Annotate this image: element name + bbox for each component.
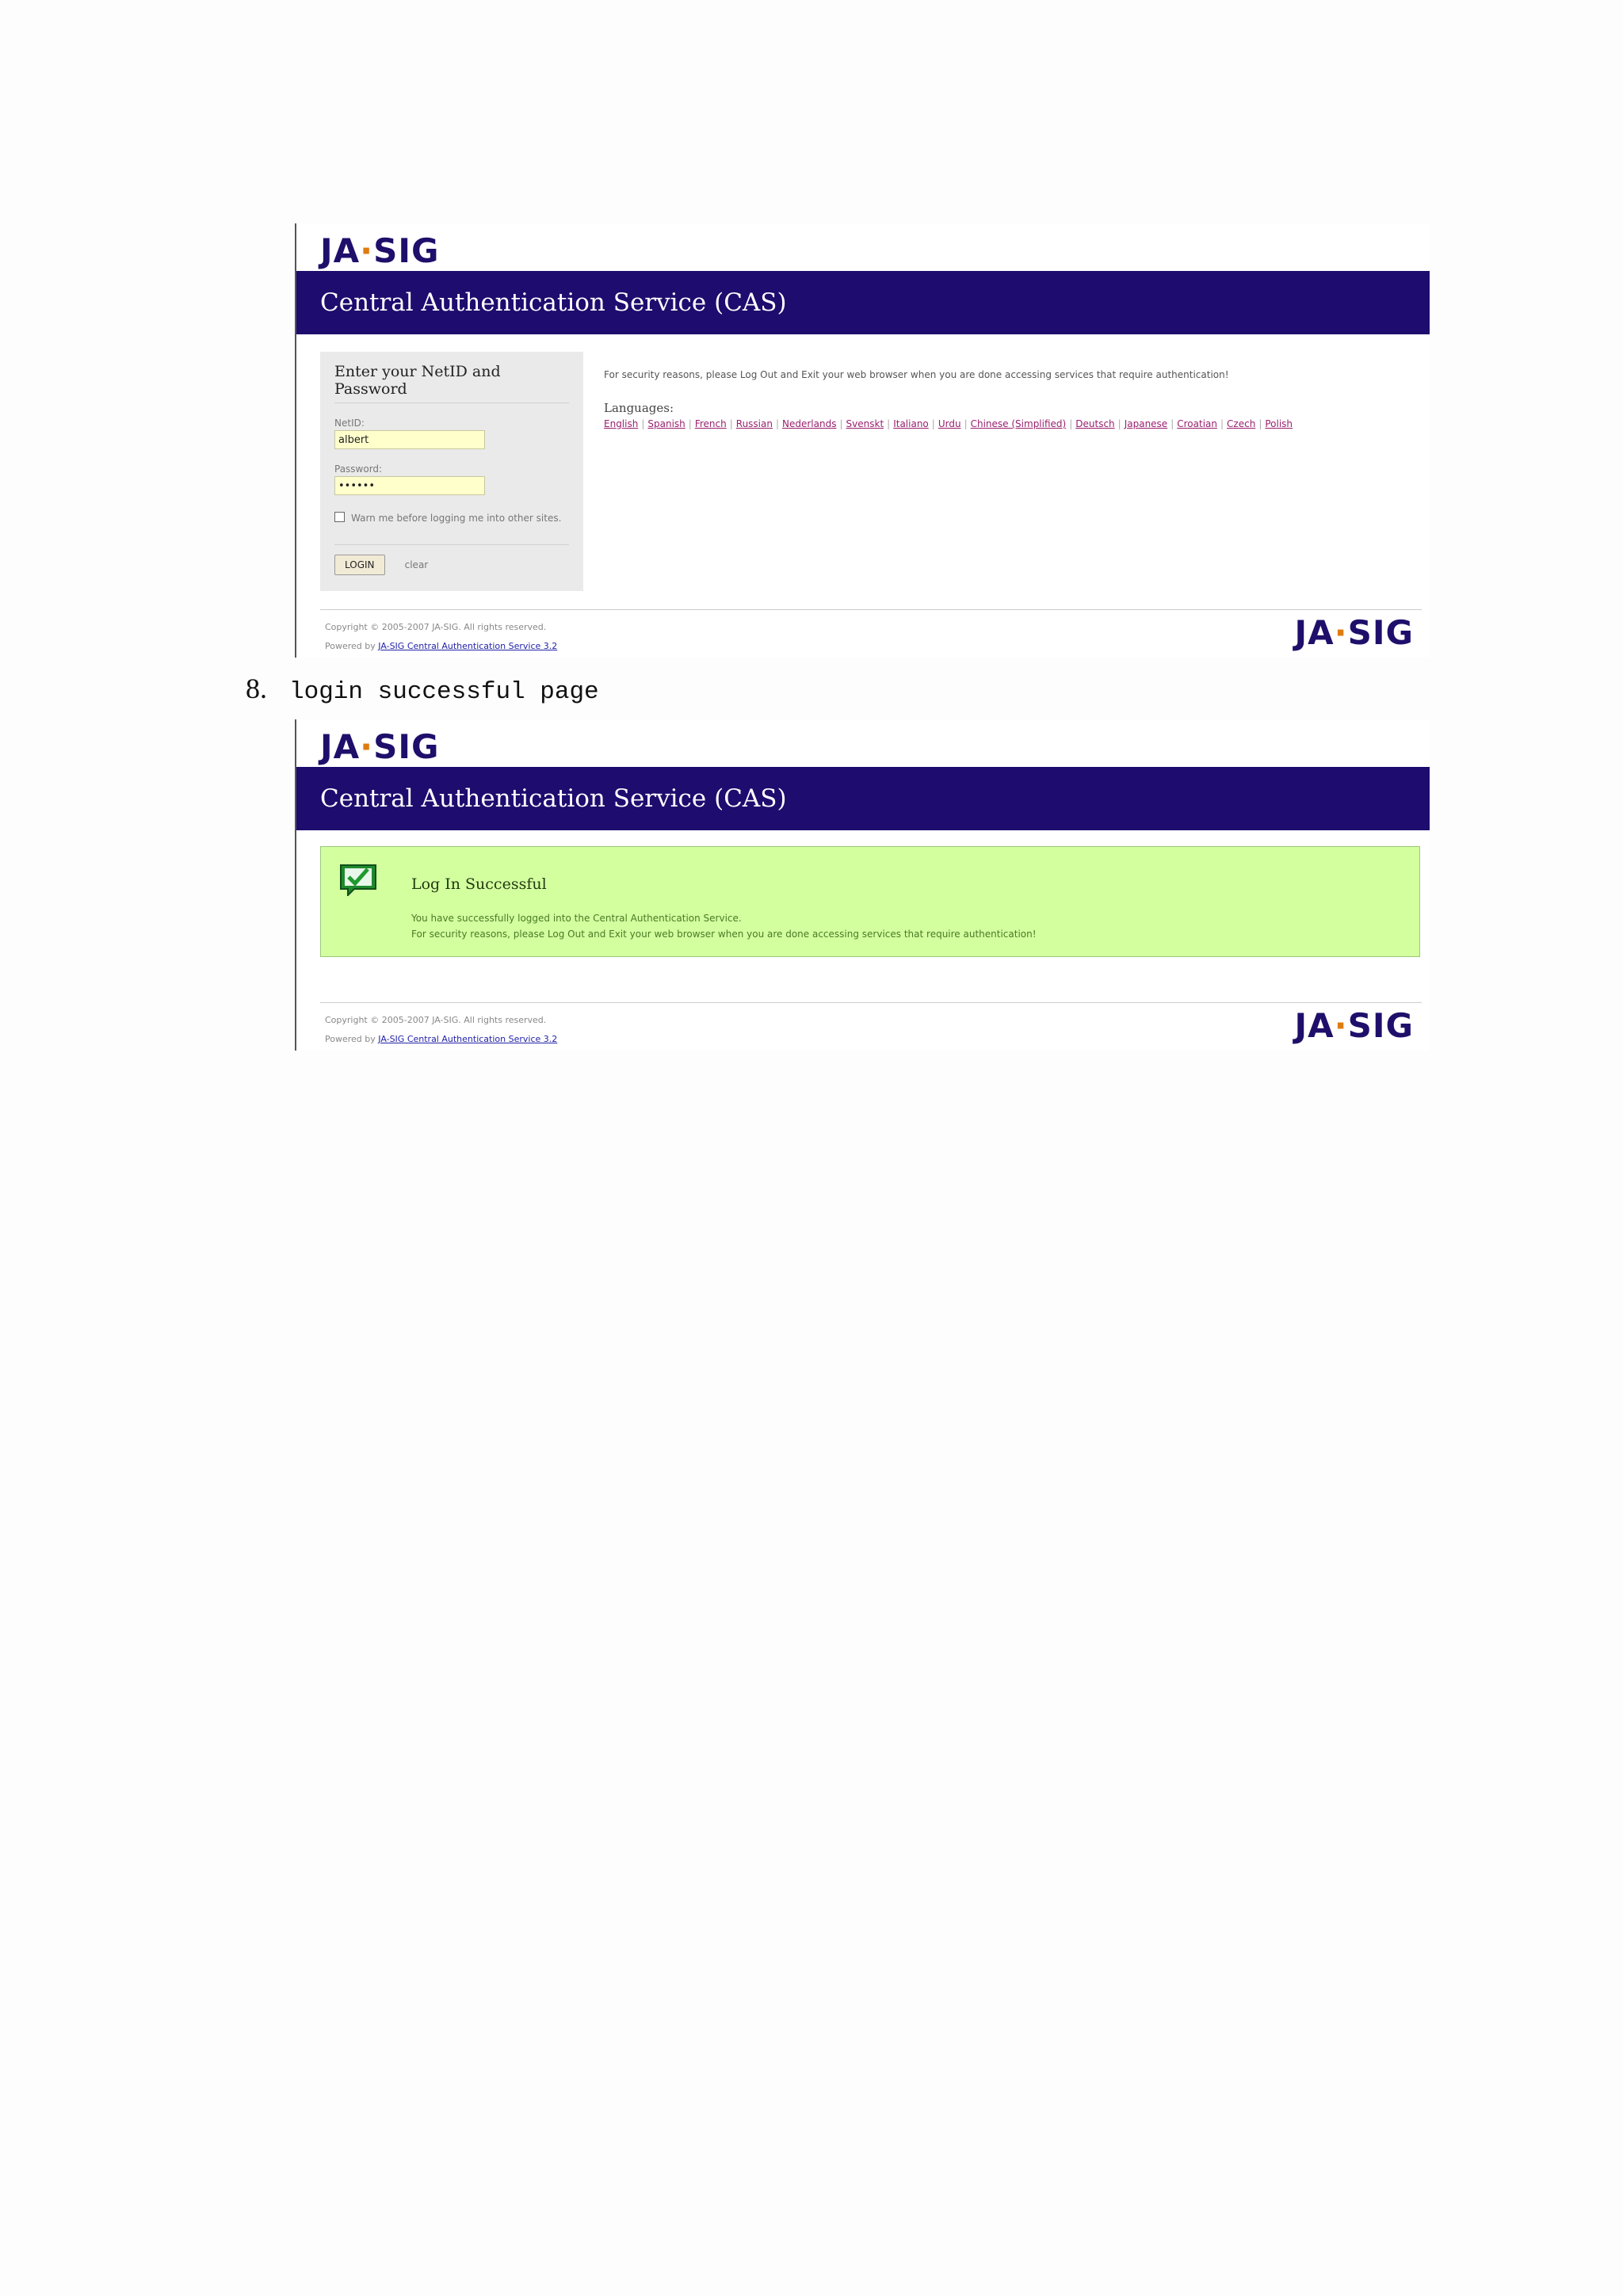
step-number: 8. bbox=[246, 673, 267, 704]
language-link[interactable]: Croatian bbox=[1177, 418, 1217, 429]
language-link[interactable]: Deutsch bbox=[1075, 418, 1114, 429]
language-link[interactable]: Chinese (Simplified) bbox=[971, 418, 1067, 429]
success-message-box: Log In Successful You have successfully … bbox=[320, 846, 1420, 957]
footer: Copyright © 2005-2007 JA-SIG. All rights… bbox=[320, 1002, 1422, 1051]
language-separator: | bbox=[964, 418, 968, 429]
language-separator: | bbox=[1069, 418, 1073, 429]
page-banner: Central Authentication Service (CAS) bbox=[296, 767, 1430, 830]
password-input[interactable]: •••••• bbox=[334, 476, 485, 495]
password-label: Password: bbox=[334, 463, 383, 475]
powered-by-line: Powered by JA-SIG Central Authentication… bbox=[325, 1030, 557, 1049]
powered-by-line: Powered by JA-SIG Central Authentication… bbox=[325, 637, 557, 656]
success-text: You have successfully logged into the Ce… bbox=[411, 910, 1037, 942]
step-text: login successful page bbox=[289, 678, 599, 706]
language-separator: | bbox=[729, 418, 733, 429]
footer-text: Copyright © 2005-2007 JA-SIG. All rights… bbox=[325, 1011, 557, 1049]
powered-by-label: Powered by bbox=[325, 641, 376, 651]
success-line-1: You have successfully logged into the Ce… bbox=[411, 913, 742, 924]
footer-text: Copyright © 2005-2007 JA-SIG. All rights… bbox=[325, 618, 557, 656]
warn-label: Warn me before logging me into other sit… bbox=[351, 513, 562, 524]
success-check-icon bbox=[340, 864, 376, 896]
language-link[interactable]: Czech bbox=[1227, 418, 1255, 429]
language-separator: | bbox=[641, 418, 645, 429]
cas-version-link[interactable]: JA-SIG Central Authentication Service 3.… bbox=[378, 1034, 557, 1044]
language-separator: | bbox=[1220, 418, 1224, 429]
powered-by-label: Powered by bbox=[325, 1034, 376, 1044]
language-link[interactable]: English bbox=[604, 418, 638, 429]
login-form: Enter your NetID and Password NetID: alb… bbox=[320, 352, 583, 591]
netid-input[interactable]: albert bbox=[334, 430, 485, 449]
login-form-title: Enter your NetID and Password bbox=[334, 363, 569, 403]
language-link[interactable]: Russian bbox=[736, 418, 773, 429]
success-title: Log In Successful bbox=[411, 875, 547, 893]
language-separator: | bbox=[688, 418, 692, 429]
language-separator: | bbox=[1117, 418, 1121, 429]
language-link[interactable]: Svenskt bbox=[846, 418, 884, 429]
clear-link[interactable]: clear bbox=[405, 559, 429, 570]
language-separator: | bbox=[931, 418, 935, 429]
language-link[interactable]: Nederlands bbox=[782, 418, 836, 429]
copyright-text: Copyright © 2005-2007 JA-SIG. All rights… bbox=[325, 1015, 547, 1025]
language-separator: | bbox=[887, 418, 891, 429]
cas-login-screenshot: JA·SIG Central Authentication Service (C… bbox=[295, 223, 1430, 658]
jasig-logo: JA·SIG bbox=[320, 727, 440, 766]
language-separator: | bbox=[1258, 418, 1262, 429]
language-separator: | bbox=[1170, 418, 1174, 429]
languages-label: Languages: bbox=[604, 401, 674, 415]
language-link[interactable]: Italiano bbox=[893, 418, 929, 429]
jasig-logo: JA·SIG bbox=[320, 231, 440, 270]
warn-option: Warn me before logging me into other sit… bbox=[334, 509, 569, 527]
language-link[interactable]: Japanese bbox=[1125, 418, 1168, 429]
language-link[interactable]: Urdu bbox=[938, 418, 961, 429]
info-panel: For security reasons, please Log Out and… bbox=[604, 369, 1398, 429]
language-link[interactable]: Spanish bbox=[647, 418, 685, 429]
language-links: English | Spanish | French | Russian | Nederland… bbox=[604, 418, 1398, 429]
language-link[interactable]: French bbox=[695, 418, 727, 429]
cas-success-screenshot: JA·SIG Central Authentication Service (C… bbox=[295, 719, 1430, 1051]
netid-label: NetID: bbox=[334, 418, 365, 429]
warn-checkbox[interactable] bbox=[334, 512, 345, 522]
copyright-text: Copyright © 2005-2007 JA-SIG. All rights… bbox=[325, 622, 547, 632]
language-separator: | bbox=[839, 418, 843, 429]
login-button[interactable]: LOGIN bbox=[334, 555, 385, 575]
footer: Copyright © 2005-2007 JA-SIG. All rights… bbox=[320, 609, 1422, 658]
language-link[interactable]: Polish bbox=[1265, 418, 1293, 429]
step-caption: 8. login successful page bbox=[246, 672, 599, 706]
success-line-2: For security reasons, please Log Out and… bbox=[411, 929, 1037, 940]
jasig-footer-logo: JA·SIG bbox=[1294, 1006, 1414, 1045]
cas-version-link[interactable]: JA-SIG Central Authentication Service 3.… bbox=[378, 641, 557, 651]
form-actions: LOGIN clear bbox=[334, 544, 569, 575]
language-separator: | bbox=[775, 418, 780, 429]
page-banner: Central Authentication Service (CAS) bbox=[296, 271, 1430, 334]
jasig-footer-logo: JA·SIG bbox=[1294, 613, 1414, 652]
security-notice: For security reasons, please Log Out and… bbox=[604, 369, 1229, 380]
